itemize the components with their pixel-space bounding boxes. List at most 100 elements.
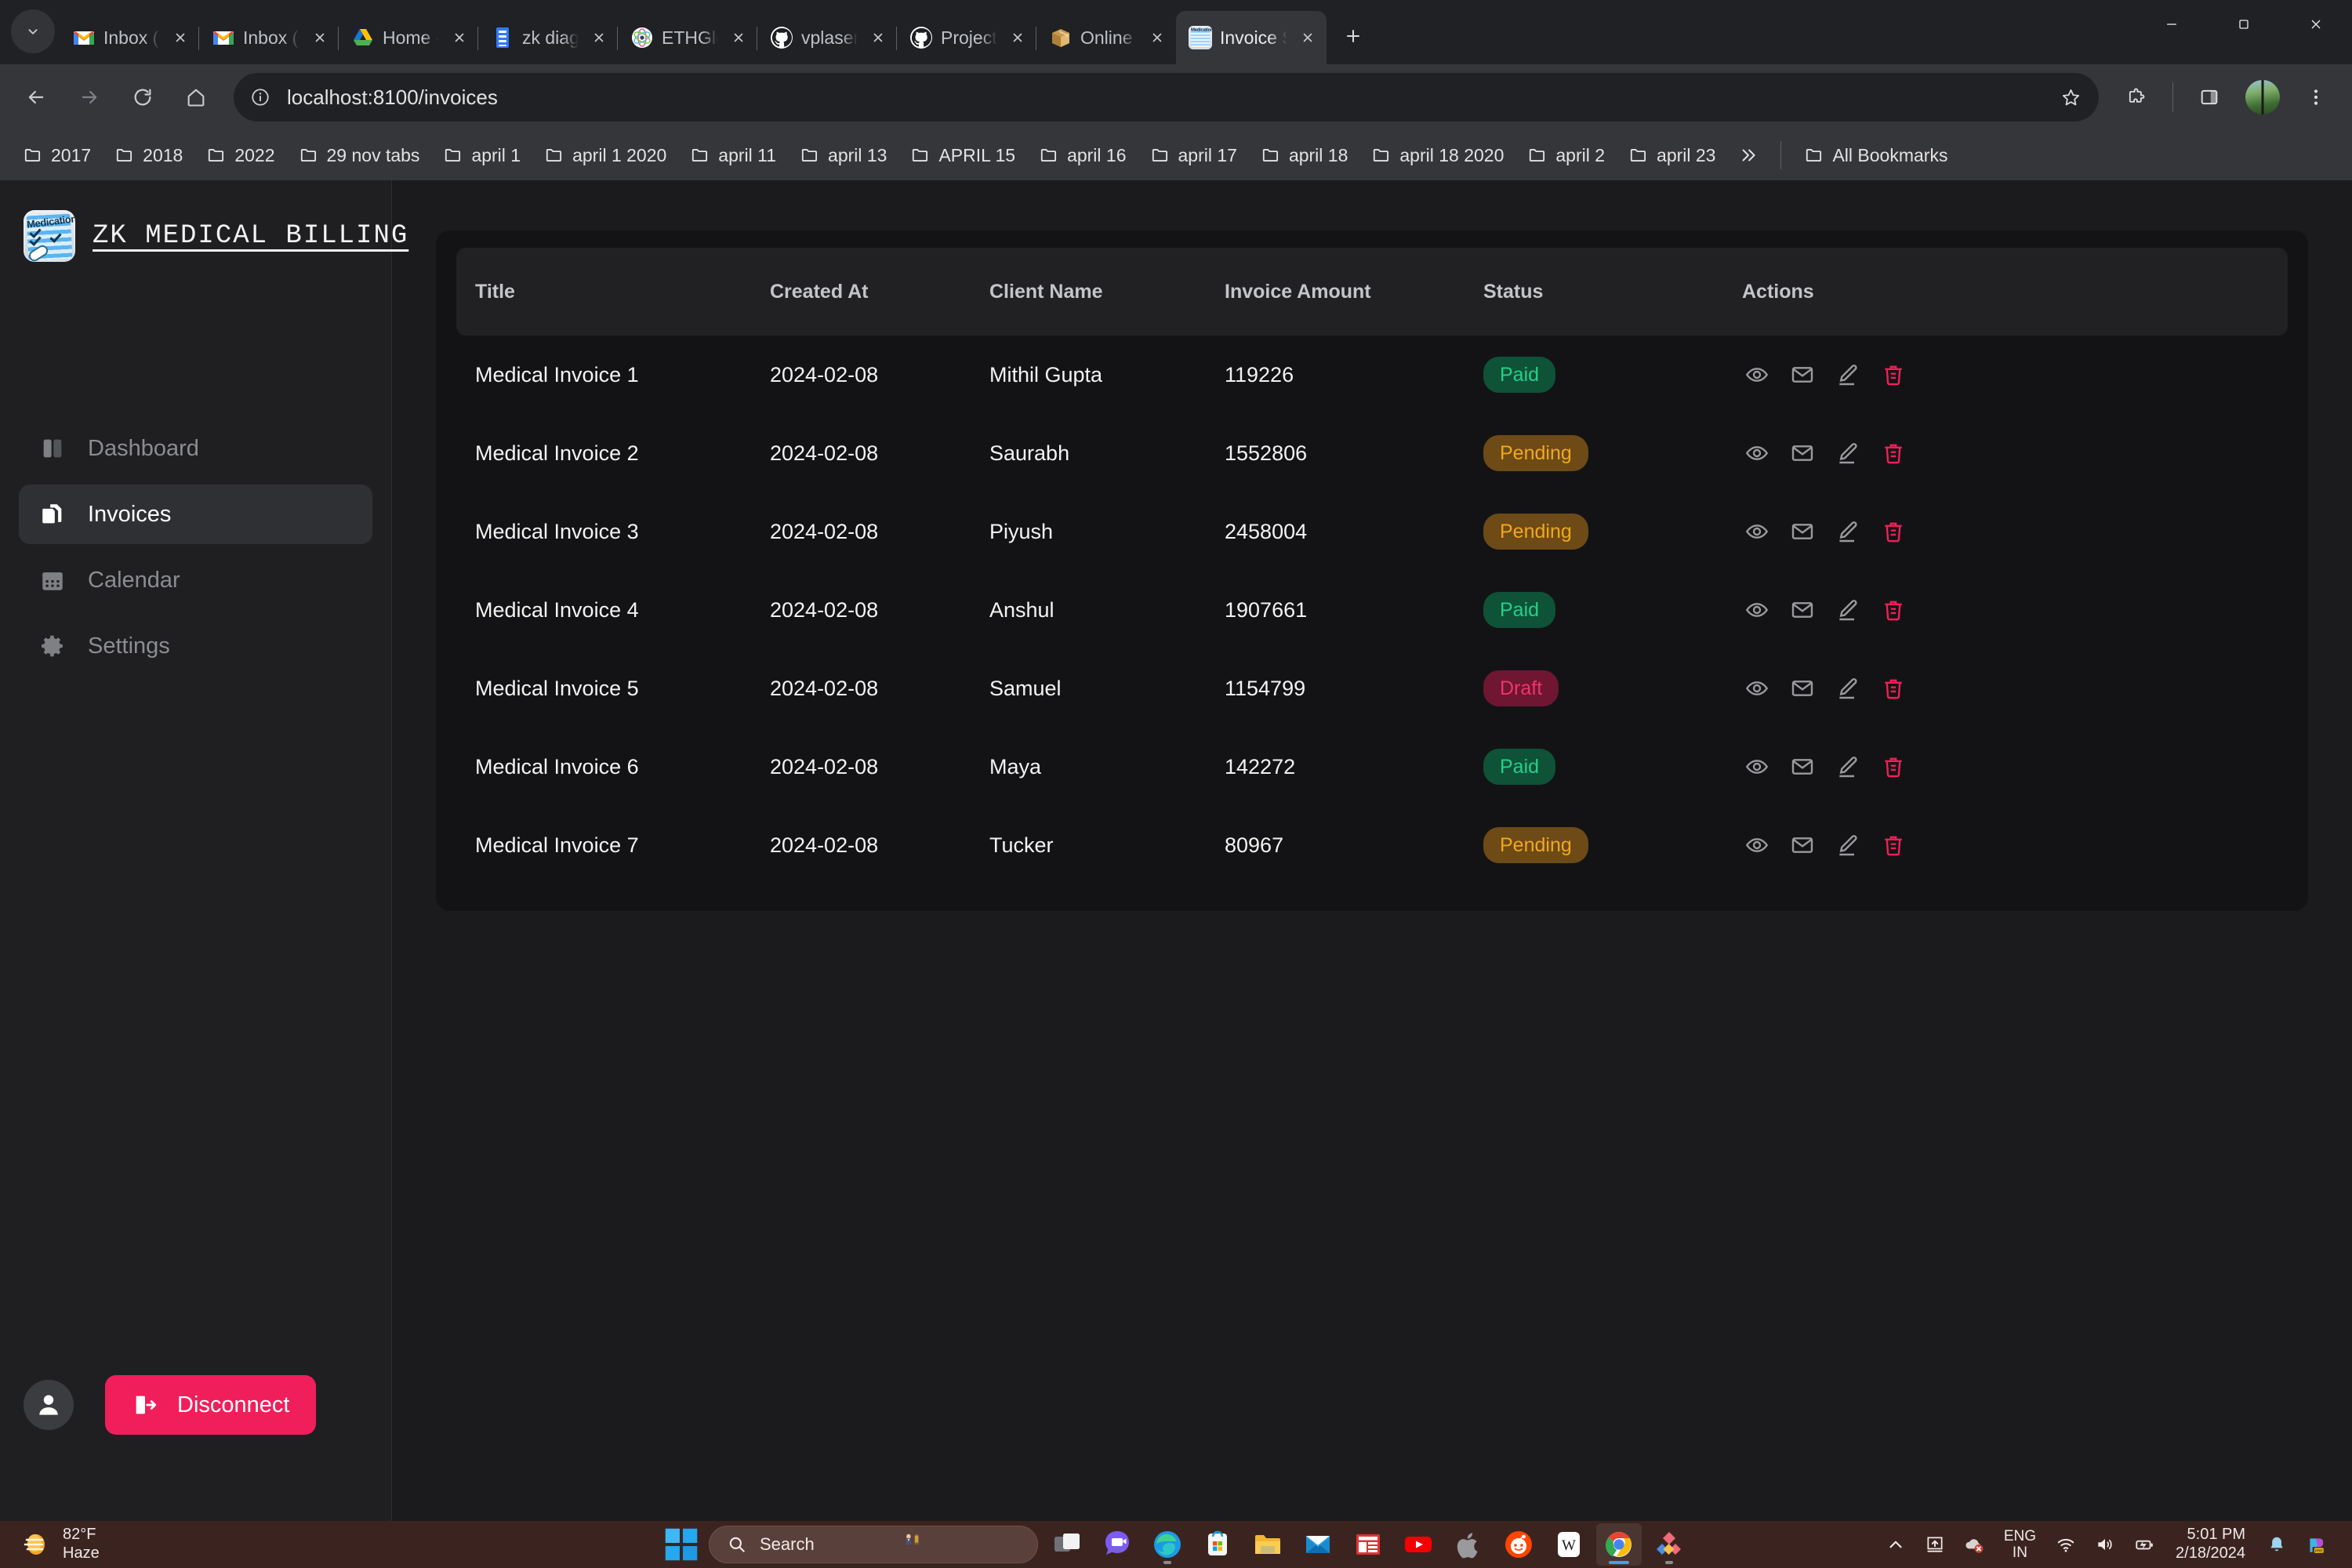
taskbar-app-file-explorer[interactable] xyxy=(1245,1523,1290,1566)
browser-tab[interactable]: Home - Goo xyxy=(339,11,478,64)
envelope-icon[interactable] xyxy=(1788,595,1817,625)
tab-close-icon[interactable] xyxy=(307,25,332,50)
bookmark-folder[interactable]: 2017 xyxy=(13,140,101,172)
pencil-icon[interactable] xyxy=(1833,752,1863,782)
copilot-button[interactable]: PRE xyxy=(2299,1525,2333,1564)
browser-tab[interactable]: Online Chara xyxy=(1036,11,1176,64)
tab-search-button[interactable] xyxy=(11,9,55,53)
brand[interactable]: Medication ZK MEDICAL BILLING xyxy=(0,210,391,262)
tab-close-icon[interactable] xyxy=(726,25,751,50)
eye-icon[interactable] xyxy=(1742,830,1772,860)
taskbar-app-youtube[interactable] xyxy=(1396,1523,1441,1566)
browser-tab[interactable]: zk diagnostic xyxy=(478,11,618,64)
pencil-icon[interactable] xyxy=(1833,360,1863,390)
tab-close-icon[interactable] xyxy=(447,25,472,50)
info-circle-icon[interactable] xyxy=(245,82,276,113)
weather-widget[interactable]: 82°F Haze xyxy=(8,1526,112,1563)
bookmark-folder[interactable]: 2018 xyxy=(104,140,193,172)
pencil-icon[interactable] xyxy=(1833,830,1863,860)
maximize-button[interactable] xyxy=(2208,0,2280,49)
bookmark-folder[interactable]: april 11 xyxy=(680,140,786,172)
bookmark-folder[interactable]: april 23 xyxy=(1618,140,1726,172)
tab-close-icon[interactable] xyxy=(1005,25,1030,50)
clock[interactable]: 5:01 PM 2/18/2024 xyxy=(2166,1526,2255,1563)
bookmark-folder[interactable]: april 13 xyxy=(789,140,897,172)
envelope-icon[interactable] xyxy=(1788,752,1817,782)
trash-icon[interactable] xyxy=(1878,830,1908,860)
side-panel-button[interactable] xyxy=(2184,72,2234,122)
bookmark-folder[interactable]: april 18 2020 xyxy=(1361,140,1514,172)
taskbar-app-news[interactable] xyxy=(1345,1523,1391,1566)
google-doodle-image[interactable] xyxy=(902,1529,1033,1560)
profile-button[interactable] xyxy=(2238,72,2288,122)
envelope-icon[interactable] xyxy=(1788,830,1817,860)
trash-icon[interactable] xyxy=(1878,752,1908,782)
tab-close-icon[interactable] xyxy=(866,25,891,50)
table-row[interactable]: Medical Invoice 72024-02-08Tucker80967Pe… xyxy=(456,806,2288,884)
taskbar-app-teams[interactable] xyxy=(1094,1523,1140,1566)
extensions-button[interactable] xyxy=(2111,72,2161,122)
taskbar-app-microsoft-edge[interactable] xyxy=(1145,1523,1190,1566)
trash-icon[interactable] xyxy=(1878,360,1908,390)
tab-close-icon[interactable] xyxy=(586,25,612,50)
upload-status-button[interactable] xyxy=(1918,1525,1952,1564)
disconnect-button[interactable]: Disconnect xyxy=(105,1375,316,1435)
battery-button[interactable] xyxy=(2127,1525,2161,1564)
browser-tab[interactable]: Inbox (17,12 xyxy=(60,11,199,64)
avatar[interactable] xyxy=(24,1380,74,1430)
minimize-button[interactable] xyxy=(2136,0,2208,49)
bookmark-folder[interactable]: 29 nov tabs xyxy=(289,140,430,172)
back-button[interactable] xyxy=(11,72,61,122)
start-button[interactable] xyxy=(660,1523,702,1566)
trash-icon[interactable] xyxy=(1878,595,1908,625)
language-indicator[interactable]: ENG IN xyxy=(1996,1528,2044,1562)
envelope-icon[interactable] xyxy=(1788,360,1817,390)
bookmark-folder[interactable]: april 2 xyxy=(1517,140,1615,172)
taskbar-app-photoshop[interactable] xyxy=(1646,1523,1692,1566)
bookmark-folder[interactable]: april 1 xyxy=(433,140,531,172)
eye-icon[interactable] xyxy=(1742,517,1772,546)
taskbar-app-mail[interactable] xyxy=(1295,1523,1341,1566)
browser-tab[interactable]: ETHGlobal xyxy=(618,11,757,64)
eye-icon[interactable] xyxy=(1742,438,1772,468)
table-row[interactable]: Medical Invoice 12024-02-08Mithil Gupta1… xyxy=(456,336,2288,414)
taskbar-search-box[interactable]: Search xyxy=(709,1526,1038,1563)
table-row[interactable]: Medical Invoice 42024-02-08Anshul1907661… xyxy=(456,571,2288,649)
bookmark-folder[interactable]: april 16 xyxy=(1029,140,1136,172)
taskbar-app-wikipedia[interactable]: W xyxy=(1546,1523,1592,1566)
pencil-icon[interactable] xyxy=(1833,438,1863,468)
table-row[interactable]: Medical Invoice 52024-02-08Samuel1154799… xyxy=(456,649,2288,728)
taskbar-app-reddit[interactable] xyxy=(1496,1523,1541,1566)
pencil-icon[interactable] xyxy=(1833,595,1863,625)
wifi-button[interactable] xyxy=(2049,1525,2083,1564)
sidebar-item-settings[interactable]: Settings xyxy=(19,616,372,676)
table-row[interactable]: Medical Invoice 22024-02-08Saurabh155280… xyxy=(456,414,2288,492)
bookmark-folder[interactable]: APRIL 15 xyxy=(900,140,1025,172)
table-row[interactable]: Medical Invoice 32024-02-08Piyush2458004… xyxy=(456,492,2288,571)
trash-icon[interactable] xyxy=(1878,517,1908,546)
volume-button[interactable] xyxy=(2088,1525,2122,1564)
close-window-button[interactable] xyxy=(2280,0,2352,49)
show-hidden-icons-button[interactable] xyxy=(1878,1525,1913,1564)
eye-icon[interactable] xyxy=(1742,595,1772,625)
new-tab-button[interactable] xyxy=(1333,16,1374,56)
envelope-icon[interactable] xyxy=(1788,517,1817,546)
bookmark-star-icon[interactable] xyxy=(2052,78,2089,116)
sidebar-item-calendar[interactable]: Calendar xyxy=(19,550,372,610)
envelope-icon[interactable] xyxy=(1788,438,1817,468)
browser-tab[interactable]: Inbox (6,123 xyxy=(199,11,339,64)
bookmark-folder[interactable]: april 17 xyxy=(1140,140,1247,172)
eye-icon[interactable] xyxy=(1742,360,1772,390)
table-row[interactable]: Medical Invoice 62024-02-08Maya142272Pai… xyxy=(456,728,2288,806)
bookmark-folder[interactable]: 2022 xyxy=(196,140,285,172)
trash-icon[interactable] xyxy=(1878,673,1908,703)
pencil-icon[interactable] xyxy=(1833,673,1863,703)
bookmark-folder[interactable]: april 18 xyxy=(1250,140,1358,172)
taskbar-app-apple[interactable] xyxy=(1446,1523,1491,1566)
browser-tab[interactable]: vplasencia/b xyxy=(757,11,897,64)
browser-menu-button[interactable] xyxy=(2291,72,2341,122)
envelope-icon[interactable] xyxy=(1788,673,1817,703)
tab-close-icon[interactable] xyxy=(168,25,193,50)
bookmark-folder[interactable]: april 1 2020 xyxy=(534,140,677,172)
browser-tab[interactable]: MedicationInvoice Suite xyxy=(1176,11,1327,64)
